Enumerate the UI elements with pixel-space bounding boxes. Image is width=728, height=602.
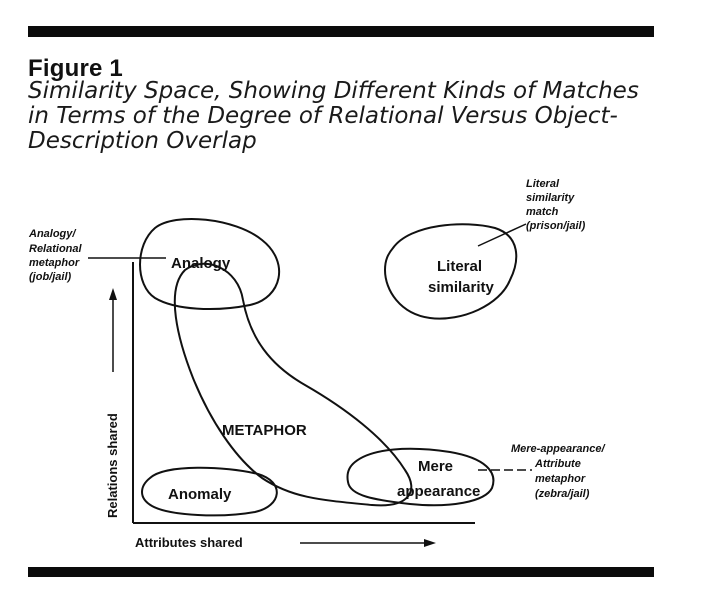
y-axis-arrow-head — [109, 288, 117, 300]
y-axis-label: Relations shared — [105, 413, 120, 518]
literal-callout-line-1: Literal — [526, 178, 560, 190]
literal-callout-line-4: (prison/jail) — [526, 220, 586, 232]
analogy-callout-line-2: Relational — [29, 243, 83, 255]
mere-callout-line-4: (zebra/jail) — [535, 488, 590, 500]
similarity-space-diagram: Relations shared Attributes shared Analo… — [28, 178, 606, 550]
literal-callout-line — [477, 223, 527, 247]
mere-region-label-line-2: appearance — [397, 483, 480, 500]
analogy-callout-line-4: (job/jail) — [29, 271, 72, 283]
literal-callout-line-2: similarity — [526, 192, 575, 204]
mere-callout-line-1: Mere-appearance/ — [511, 443, 606, 455]
literal-callout-line-3: match — [526, 206, 559, 218]
mere-callout-line-2: Attribute — [534, 458, 581, 470]
x-axis-label: Attributes shared — [135, 535, 243, 550]
literal-region-label-line-1: Literal — [437, 258, 482, 275]
analogy-callout-line-1: Analogy/ — [28, 228, 77, 240]
x-axis-arrow-head — [424, 539, 436, 547]
metaphor-region-label: METAPHOR — [222, 422, 307, 439]
analogy-callout-line-3: metaphor — [29, 257, 80, 269]
mere-region-label-line-1: Mere — [418, 458, 453, 475]
literal-region-label-line-2: similarity — [428, 279, 495, 296]
bottom-rule — [28, 567, 654, 577]
metaphor-region-outline — [173, 262, 413, 507]
mere-callout-line-3: metaphor — [535, 473, 586, 485]
anomaly-region-label: Anomaly — [168, 486, 232, 503]
